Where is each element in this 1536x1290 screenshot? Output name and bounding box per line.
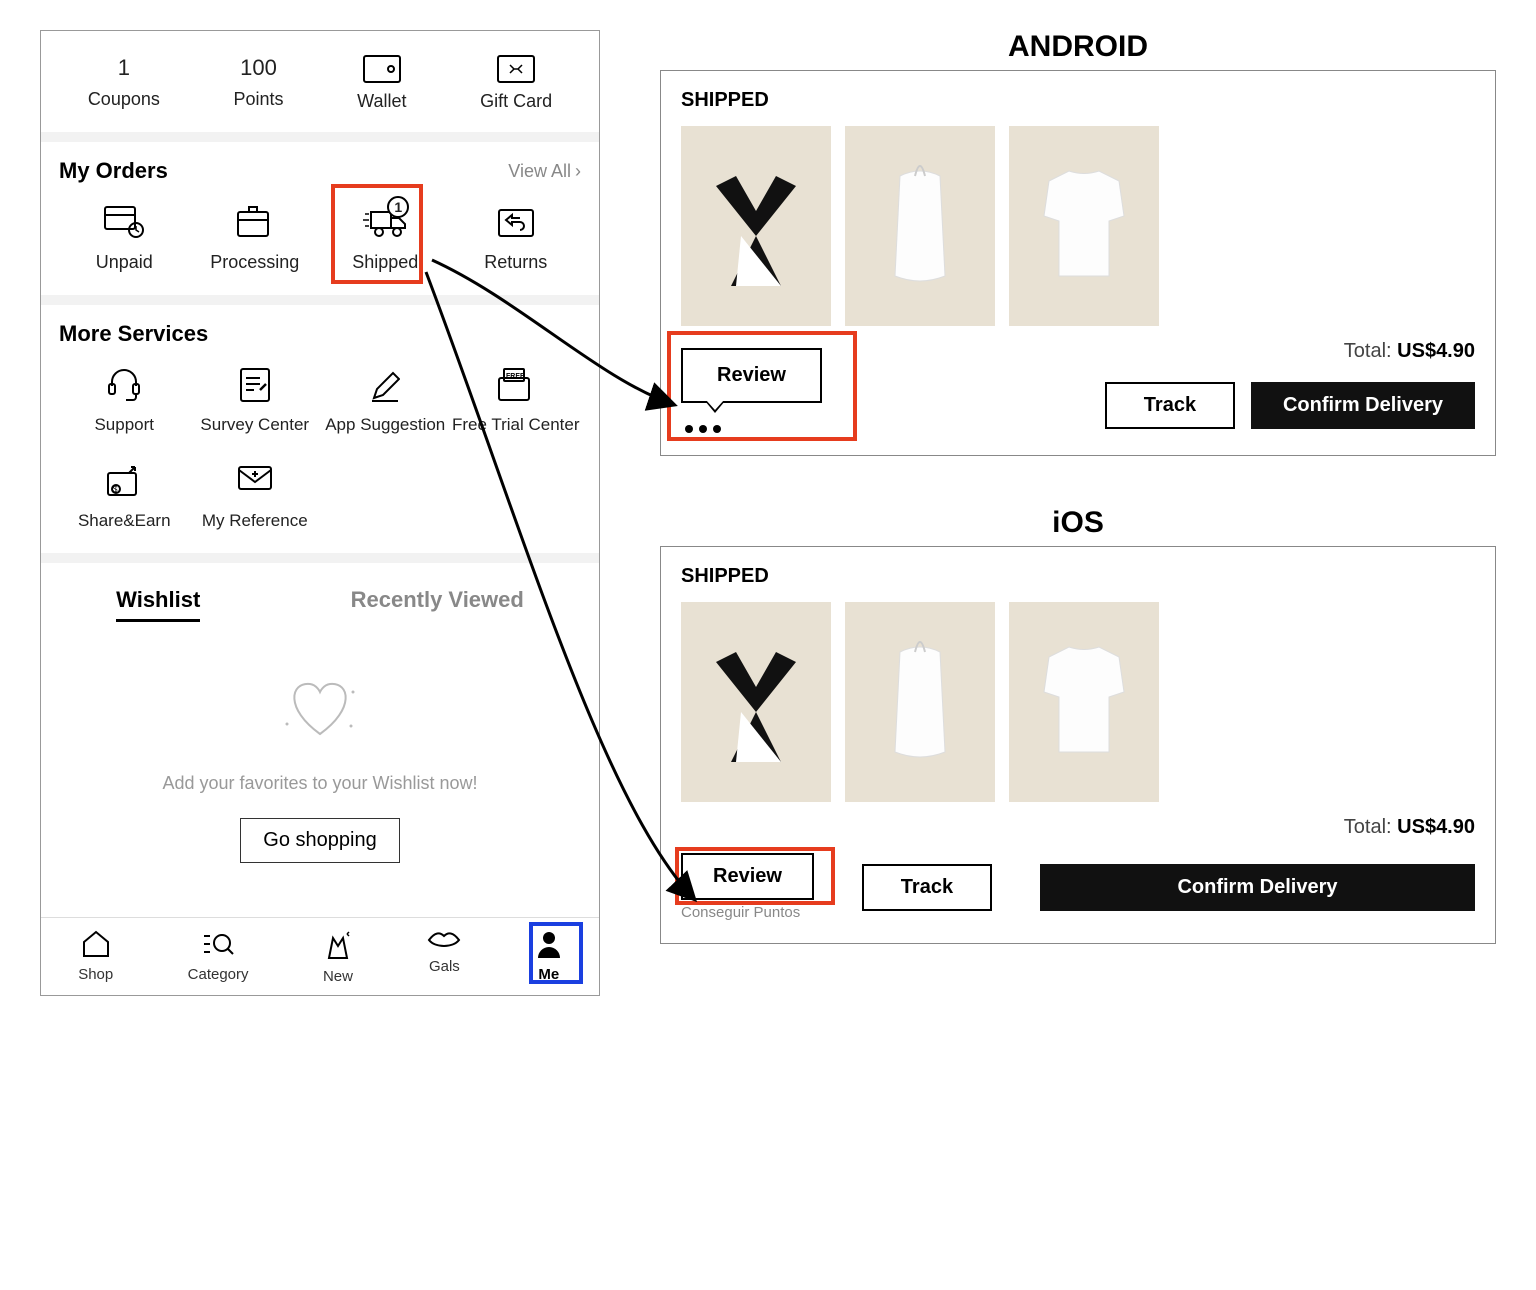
order-status: SHIPPED (681, 565, 1475, 588)
bottom-nav: Shop Category New Gals Me (41, 917, 599, 995)
coupons-label: Coupons (88, 89, 160, 110)
my-orders-title: My Orders (59, 158, 168, 184)
nav-category[interactable]: Category (188, 930, 249, 985)
svg-text:FREE: FREE (506, 373, 525, 380)
person-icon (536, 930, 562, 962)
orders-processing[interactable]: Processing (190, 202, 321, 273)
heart-icon (275, 674, 365, 749)
product-thumb[interactable] (845, 126, 995, 326)
product-thumb[interactable] (1009, 602, 1159, 802)
coupons-count: 1 (118, 55, 130, 81)
my-orders-section: My Orders View All › Unpaid Pro (41, 142, 599, 295)
share-earn-icon: $ (102, 461, 146, 501)
product-thumb[interactable] (681, 602, 831, 802)
ios-button-row: Review Conseguir Puntos Track Confirm De… (681, 853, 1475, 921)
review-popover[interactable]: Review (681, 348, 822, 403)
orders-shipped[interactable]: 1 Shipped (320, 202, 451, 273)
nav-shop[interactable]: Shop (78, 930, 113, 985)
more-services-section: More Services Support Survey Center (41, 305, 599, 553)
processing-icon (233, 202, 277, 242)
service-my-reference[interactable]: My Reference (190, 461, 321, 531)
wallet-icon (363, 55, 401, 83)
giftcard-label: Gift Card (480, 91, 552, 112)
service-support[interactable]: Support (59, 365, 190, 435)
reference-icon (233, 461, 277, 501)
points-stat[interactable]: 100 Points (234, 55, 284, 112)
shipped-icon: 1 (363, 202, 407, 242)
more-services-title: More Services (59, 321, 208, 347)
service-app-suggestion[interactable]: App Suggestion (320, 365, 451, 435)
android-order-card: SHIPPED Total: US$4.90 Review Track C (660, 70, 1496, 456)
chevron-right-icon: › (575, 161, 581, 182)
android-label: ANDROID (660, 30, 1496, 64)
wallet-label: Wallet (357, 91, 406, 112)
home-icon (81, 930, 111, 962)
survey-icon (233, 365, 277, 405)
total-line: Total: US$4.90 (681, 816, 1475, 839)
android-button-row: Review Track Confirm Delivery (681, 377, 1475, 433)
view-all-link[interactable]: View All › (508, 161, 581, 182)
more-options-icon[interactable] (681, 425, 721, 433)
product-thumb[interactable] (845, 602, 995, 802)
confirm-delivery-button[interactable]: Confirm Delivery (1040, 864, 1475, 911)
track-button[interactable]: Track (862, 864, 992, 911)
category-icon (202, 930, 234, 962)
product-thumbnails (681, 602, 1475, 802)
free-trial-icon: FREE (494, 365, 538, 405)
giftcard-stat[interactable]: Gift Card (480, 55, 552, 112)
returns-icon (494, 202, 538, 242)
gift-card-icon (497, 55, 535, 83)
order-status: SHIPPED (681, 89, 1475, 112)
new-icon (323, 930, 353, 964)
stats-row: 1 Coupons 100 Points Wallet Gift Card (41, 31, 599, 132)
list-tabs: Wishlist Recently Viewed (41, 569, 599, 634)
product-thumb[interactable] (681, 126, 831, 326)
track-button[interactable]: Track (1105, 382, 1235, 429)
tab-wishlist[interactable]: Wishlist (116, 587, 200, 622)
svg-text:$: $ (113, 485, 118, 494)
service-share-earn[interactable]: $ Share&Earn (59, 461, 190, 531)
pencil-icon (363, 365, 407, 405)
wishlist-message: Add your favorites to your Wishlist now! (162, 773, 477, 794)
wishlist-empty: Add your favorites to your Wishlist now!… (41, 634, 599, 913)
ios-label: iOS (660, 506, 1496, 540)
service-survey[interactable]: Survey Center (190, 365, 321, 435)
ios-order-card: SHIPPED Total: US$4.90 Review Conseguir … (660, 546, 1496, 944)
unpaid-icon (102, 202, 146, 242)
nav-me[interactable]: Me (536, 930, 562, 985)
points-count: 100 (240, 55, 277, 81)
review-subtext: Conseguir Puntos (681, 904, 800, 921)
orders-returns[interactable]: Returns (451, 202, 582, 273)
nav-new[interactable]: New (323, 930, 353, 985)
go-shopping-button[interactable]: Go shopping (240, 818, 399, 863)
lips-icon (427, 930, 461, 954)
service-free-trial[interactable]: FREE Free Trial Center (451, 365, 582, 435)
product-thumb[interactable] (1009, 126, 1159, 326)
account-screen: 1 Coupons 100 Points Wallet Gift Card (40, 30, 600, 996)
review-button[interactable]: Review (681, 853, 814, 900)
headset-icon (102, 365, 146, 405)
coupons-stat[interactable]: 1 Coupons (88, 55, 160, 112)
confirm-delivery-button[interactable]: Confirm Delivery (1251, 382, 1475, 429)
nav-gals[interactable]: Gals (427, 930, 461, 985)
orders-unpaid[interactable]: Unpaid (59, 202, 190, 273)
tab-recently-viewed[interactable]: Recently Viewed (351, 587, 524, 622)
wallet-stat[interactable]: Wallet (357, 55, 406, 112)
points-label: Points (234, 89, 284, 110)
product-thumbnails (681, 126, 1475, 326)
comparison-column: ANDROID SHIPPED Total: US$4.90 Review (660, 30, 1496, 994)
